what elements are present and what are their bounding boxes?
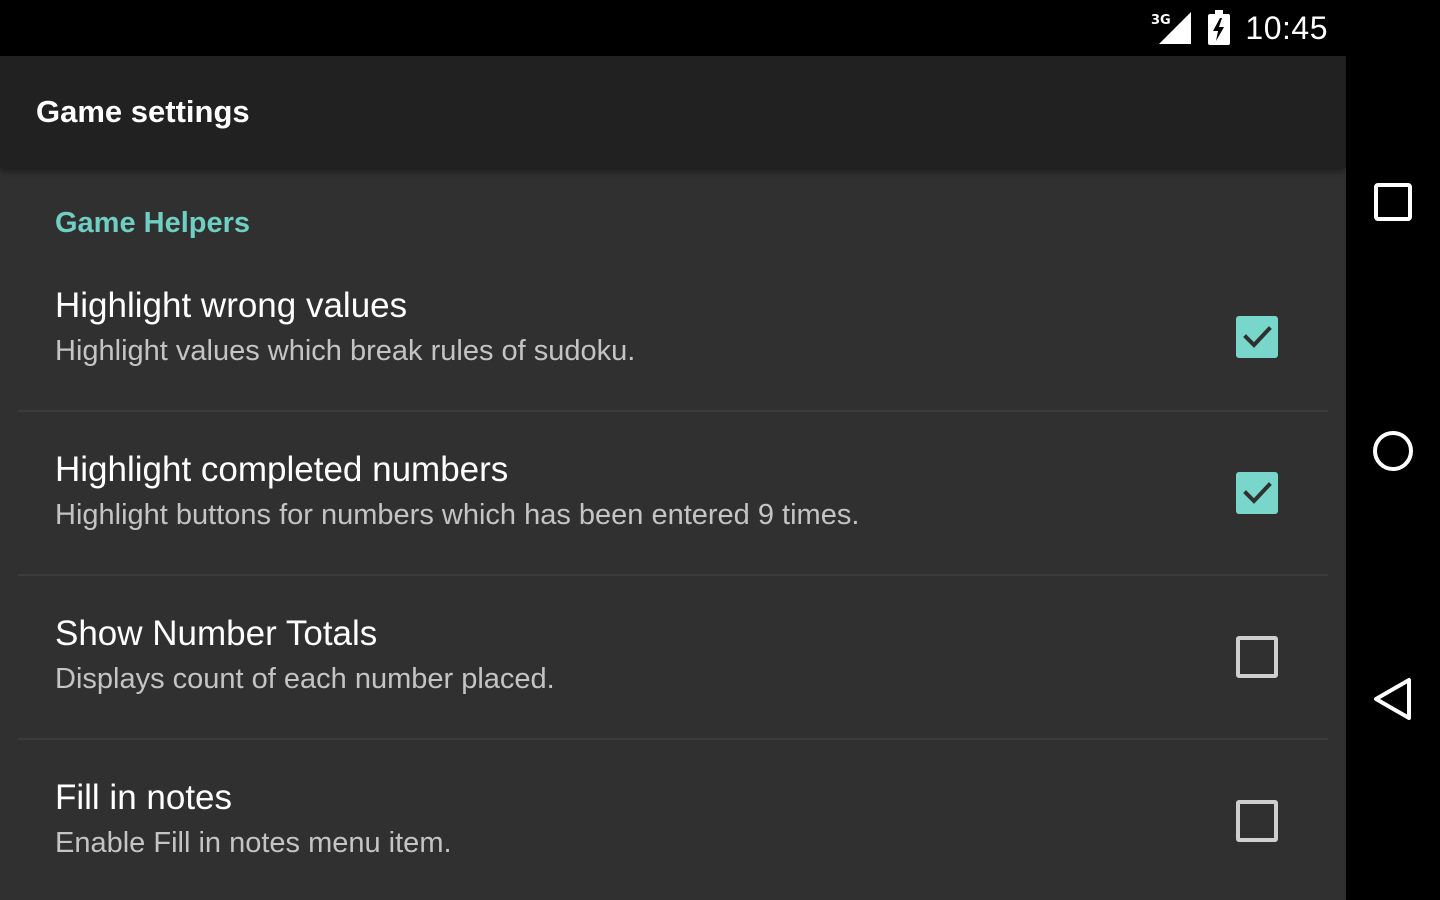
screen: 3G 10:45 Game settings Game Helpers High… <box>0 0 1440 900</box>
signal-3g-icon: 3G <box>1151 10 1193 46</box>
highlight-completed-numbers-checkbox[interactable] <box>1236 472 1278 514</box>
pref-highlight-wrong-values[interactable]: Highlight wrong values Highlight values … <box>18 278 1328 410</box>
checkmark-icon <box>1243 326 1272 348</box>
back-button[interactable] <box>1346 676 1440 722</box>
pref-title: Show Number Totals <box>55 614 378 653</box>
show-number-totals-checkbox[interactable] <box>1236 636 1278 678</box>
page-title: Game settings <box>36 94 250 129</box>
pref-summary: Highlight values which break rules of su… <box>55 335 636 367</box>
preference-list: Highlight wrong values Highlight values … <box>0 278 1346 900</box>
pref-highlight-completed-numbers[interactable]: Highlight completed numbers Highlight bu… <box>18 410 1328 574</box>
pref-title: Highlight completed numbers <box>55 450 509 489</box>
checkmark-icon <box>1243 482 1272 504</box>
clock: 10:45 <box>1245 9 1328 46</box>
network-type-label: 3G <box>1151 13 1171 28</box>
pref-show-number-totals[interactable]: Show Number Totals Displays count of eac… <box>18 574 1328 738</box>
recents-button[interactable] <box>1346 182 1440 222</box>
navigation-bar <box>1346 0 1440 900</box>
back-icon <box>1374 678 1411 720</box>
battery-charging-icon <box>1207 10 1231 46</box>
pref-summary: Displays count of each number placed. <box>55 663 555 695</box>
pref-title: Fill in notes <box>55 778 233 817</box>
fill-in-notes-checkbox[interactable] <box>1236 800 1278 842</box>
home-button[interactable] <box>1346 428 1440 474</box>
pref-summary: Enable Fill in notes menu item. <box>55 827 452 859</box>
pref-fill-in-notes[interactable]: Fill in notes Enable Fill in notes menu … <box>18 738 1328 900</box>
home-icon <box>1373 431 1413 471</box>
status-bar: 3G 10:45 <box>0 0 1346 56</box>
pref-title: Highlight wrong values <box>55 286 408 325</box>
section-header-game-helpers: Game Helpers <box>55 206 251 239</box>
recents-icon <box>1374 183 1412 221</box>
app-toolbar: Game settings <box>0 56 1346 168</box>
pref-summary: Highlight buttons for numbers which has … <box>55 499 860 531</box>
highlight-wrong-values-checkbox[interactable] <box>1236 316 1278 358</box>
settings-app: Game settings Game Helpers Highlight wro… <box>0 56 1346 900</box>
